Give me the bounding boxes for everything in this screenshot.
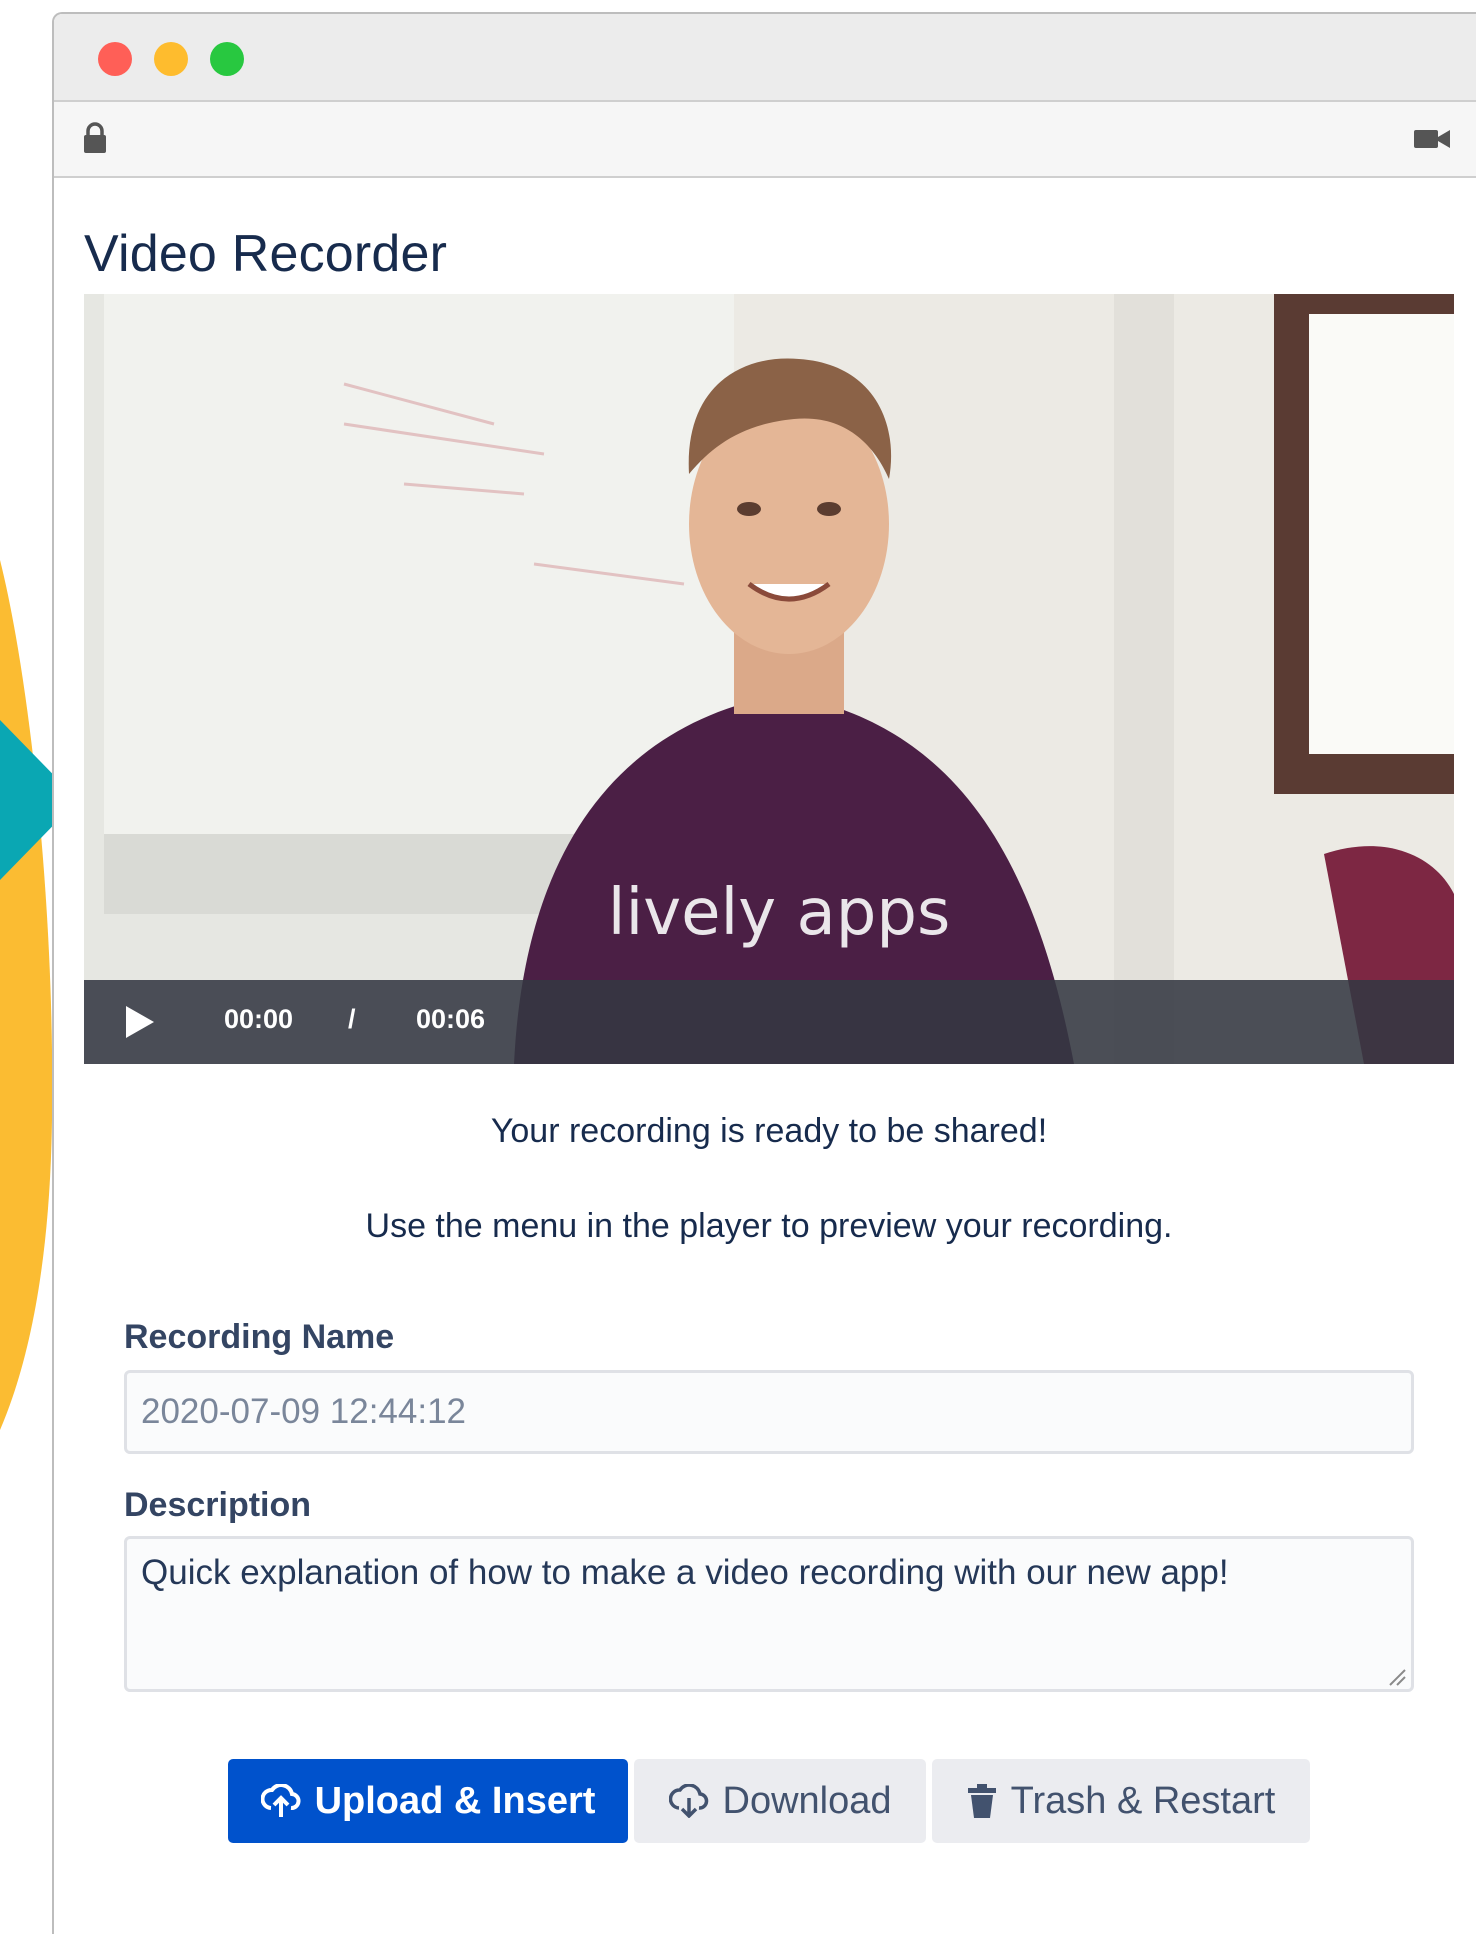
close-window-button[interactable] xyxy=(98,42,132,76)
window-titlebar xyxy=(54,14,1476,102)
description-textarea[interactable]: Quick explanation of how to make a video… xyxy=(124,1536,1414,1692)
cloud-upload-icon xyxy=(260,1784,301,1817)
address-bar[interactable] xyxy=(54,102,1476,178)
recording-name-input[interactable] xyxy=(124,1370,1414,1454)
trash-icon xyxy=(967,1784,996,1818)
resize-handle-icon[interactable] xyxy=(1384,1664,1406,1686)
video-player[interactable]: lively apps 00:00 / 00:06 xyxy=(84,294,1454,1064)
trash-restart-label: Trash & Restart xyxy=(1010,1779,1276,1822)
lock-icon xyxy=(84,122,106,153)
trash-restart-button[interactable]: Trash & Restart xyxy=(932,1759,1310,1843)
current-time: 00:00 xyxy=(224,1004,294,1034)
player-controls: 00:00 / 00:06 xyxy=(84,980,1454,1064)
upload-insert-button[interactable]: Upload & Insert xyxy=(228,1759,628,1843)
play-icon[interactable] xyxy=(126,1006,154,1038)
ready-message: Your recording is ready to be shared! xyxy=(490,1112,1048,1150)
cloud-download-icon xyxy=(668,1784,708,1818)
shirt-print: lively apps xyxy=(608,876,951,950)
video-camera-icon[interactable] xyxy=(1414,128,1450,150)
duration: 00:06 xyxy=(416,1004,486,1034)
recording-name-label: Recording Name xyxy=(124,1318,395,1356)
minimize-window-button[interactable] xyxy=(154,42,188,76)
upload-insert-label: Upload & Insert xyxy=(314,1779,596,1822)
time-separator: / xyxy=(348,1004,356,1034)
maximize-window-button[interactable] xyxy=(210,42,244,76)
preview-hint: Use the menu in the player to preview yo… xyxy=(365,1207,1173,1245)
page-title: Video Recorder xyxy=(84,225,448,283)
description-label: Description xyxy=(124,1486,312,1524)
download-label: Download xyxy=(722,1779,892,1822)
browser-window: Video Recorder lively apps 00:00 / 00:06… xyxy=(52,12,1476,1934)
video-frame: lively apps xyxy=(84,294,1454,1064)
download-button[interactable]: Download xyxy=(634,1759,926,1843)
decorative-yellow-shape xyxy=(0,560,53,1430)
